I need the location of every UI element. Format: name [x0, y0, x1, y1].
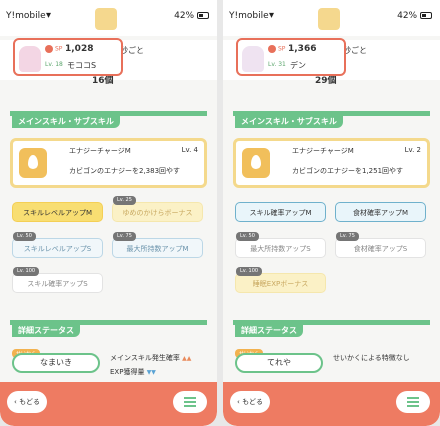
battery-indicator: 42% — [174, 11, 209, 21]
pokemon-name: モココS — [67, 61, 97, 70]
main-skill-name: エナジーチャージM — [69, 147, 131, 155]
flame-icon — [242, 148, 270, 178]
nature-effect-up: メインスキル発生確率 ▲▲ — [110, 354, 192, 362]
menu-button[interactable] — [173, 391, 207, 413]
section-header-stats: 詳細ステータス — [233, 320, 430, 337]
section-header-stats: 詳細ステータス — [10, 320, 207, 337]
subskill-4[interactable]: Lv. 75 食材確率アップS — [335, 232, 426, 258]
unlock-level-tag: Lv. 50 — [13, 232, 36, 241]
up-arrows-icon: ▲▲ — [182, 355, 192, 362]
main-skill-description: カビゴンのエナジーを2,383回やす — [69, 167, 181, 175]
subskill-5[interactable]: Lv. 100 睡眠EXPボーナス — [235, 267, 326, 293]
subskill-2[interactable]: Lv. 25 ゆめのかけらボーナス — [112, 196, 203, 222]
sp-icon — [268, 45, 276, 53]
sp-value: 1,028 — [65, 44, 94, 54]
main-skill-card[interactable]: エナジーチャージM Lv. 4 カビゴンのエナジーを2,383回やす — [10, 138, 207, 188]
peek-text: 秒ごと — [343, 46, 367, 55]
pokemon-sprite — [19, 46, 41, 72]
subskill-3[interactable]: Lv. 50 最大所持数アップS — [235, 232, 326, 258]
pokemon-level: Lv. 31 — [268, 61, 286, 68]
main-skill-level: Lv. 2 — [404, 146, 421, 154]
carrier-label: Y!mobile — [229, 11, 269, 21]
nature-effect-down: EXP獲得量 ▼▼ — [110, 368, 156, 376]
footer-bar: ‹ もどる — [223, 382, 440, 426]
nature-effect-none: せいかくによる特徴なし — [333, 354, 410, 362]
peek-text: 秒ごと — [120, 46, 144, 55]
unlock-level-tag: Lv. 100 — [13, 267, 40, 276]
status-bar: Y!mobile ▾ 42% — [223, 0, 440, 36]
subskill-3[interactable]: Lv. 50 スキルレベルアップS — [12, 232, 103, 258]
main-skill-description: カビゴンのエナジーを1,251回やす — [292, 167, 404, 175]
pokemon-summary-card[interactable]: SP 1,028 Lv. 18 モココS — [13, 38, 123, 76]
pokemon-name: デン — [290, 61, 306, 70]
subskill-1[interactable]: スキルレベルアップM — [12, 202, 103, 222]
subskill-2[interactable]: 食材確率アップM — [335, 202, 426, 222]
hamburger-icon — [184, 397, 196, 399]
pokemon-level: Lv. 18 — [45, 61, 63, 68]
pokemon-detail-panel-left: Y!mobile ▾ 42% 秒ごと 16個 SP 1,028 Lv. 18 モ… — [0, 0, 217, 426]
clock-icon — [318, 8, 340, 30]
nature-value[interactable]: てれや — [235, 353, 323, 373]
sp-badge: SP — [268, 45, 285, 53]
unlock-level-tag: Lv. 50 — [236, 232, 259, 241]
hamburger-icon — [407, 397, 419, 399]
battery-icon — [420, 12, 432, 19]
menu-button[interactable] — [396, 391, 430, 413]
nature-value[interactable]: なまいき — [12, 353, 100, 373]
main-skill-name: エナジーチャージM — [292, 147, 354, 155]
down-arrows-icon: ▼▼ — [146, 369, 156, 376]
unlock-level-tag: Lv. 100 — [236, 267, 263, 276]
wifi-icon: ▾ — [46, 10, 52, 21]
back-button[interactable]: ‹ もどる — [230, 391, 270, 413]
battery-icon — [197, 12, 209, 19]
unlock-level-tag: Lv. 75 — [336, 232, 359, 241]
subskill-5[interactable]: Lv. 100 スキル確率アップS — [12, 267, 103, 293]
pokemon-detail-panel-right: Y!mobile ▾ 42% 秒ごと 29個 SP 1,366 Lv. 31 デ… — [223, 0, 440, 426]
main-skill-card[interactable]: エナジーチャージM Lv. 2 カビゴンのエナジーを1,251回やす — [233, 138, 430, 188]
pokemon-summary-card[interactable]: SP 1,366 Lv. 31 デン — [236, 38, 346, 76]
back-button[interactable]: ‹ もどる — [7, 391, 47, 413]
unlock-level-tag: Lv. 75 — [113, 232, 136, 241]
subskill-1[interactable]: スキル確率アップM — [235, 202, 326, 222]
footer-bar: ‹ もどる — [0, 382, 217, 426]
section-header-skills: メインスキル・サブスキル — [10, 111, 207, 128]
carrier-label: Y!mobile — [6, 11, 46, 21]
sp-value: 1,366 — [288, 44, 317, 54]
status-bar: Y!mobile ▾ 42% — [0, 0, 217, 36]
subskill-4[interactable]: Lv. 75 最大所持数アップM — [112, 232, 203, 258]
section-header-skills: メインスキル・サブスキル — [233, 111, 430, 128]
unlock-level-tag: Lv. 25 — [113, 196, 136, 205]
main-skill-level: Lv. 4 — [181, 146, 198, 154]
sp-badge: SP — [45, 45, 62, 53]
clock-icon — [95, 8, 117, 30]
pokemon-sprite — [242, 46, 264, 72]
sp-icon — [45, 45, 53, 53]
wifi-icon: ▾ — [269, 10, 275, 21]
battery-indicator: 42% — [397, 11, 432, 21]
flame-icon — [19, 148, 47, 178]
